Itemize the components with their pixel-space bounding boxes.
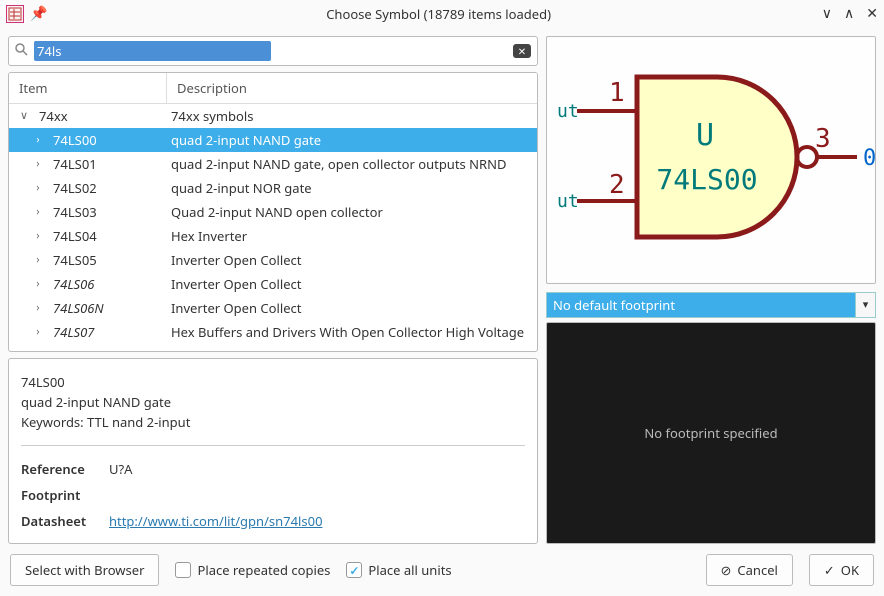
part-desc: quad 2-input NAND gate, open collector o… [167, 155, 531, 173]
part-desc: quad 2-input NAND gate [167, 131, 531, 149]
title-bar: 📌 Choose Symbol (18789 items loaded) ∨ ∧… [0, 0, 884, 28]
column-item[interactable]: Item [9, 73, 167, 103]
select-with-browser-button[interactable]: Select with Browser [10, 554, 159, 586]
part-name: 74LS05 [47, 251, 167, 269]
part-name: 74LS06N [47, 299, 167, 317]
part-name: 74LS02 [47, 179, 167, 197]
window-title: Choose Symbol (18789 items loaded) [55, 5, 821, 23]
symbol-tree: Item Description ∨74xx74xx symbols›74LS0… [8, 72, 538, 352]
part-desc: Inverter Open Collect [167, 275, 531, 293]
app-icon [6, 5, 24, 23]
datasheet-label: Datasheet [21, 512, 97, 530]
footprint-preview[interactable]: No footprint specified [546, 322, 876, 544]
tree-part-row[interactable]: ›74LS07Hex Buffers and Drivers With Open… [9, 320, 537, 344]
cancel-icon: ⊘ [721, 561, 732, 579]
tree-part-row[interactable]: ›74LS06Inverter Open Collect [9, 272, 537, 296]
bottom-bar: Select with Browser Place repeated copie… [0, 552, 884, 596]
tree-part-row[interactable]: ›74LS01quad 2-input NAND gate, open coll… [9, 152, 537, 176]
part-desc: Hex Buffers and Drivers With Open Collec… [167, 323, 531, 341]
chevron-right-icon[interactable]: › [29, 228, 47, 243]
part-desc: Inverter Open Collect [167, 299, 531, 317]
minimize-icon[interactable]: ∨ [822, 4, 832, 23]
svg-text:1: 1 [609, 78, 625, 108]
tree-header: Item Description [9, 73, 537, 104]
tree-part-row[interactable]: ›74LS06NInverter Open Collect [9, 296, 537, 320]
chevron-right-icon[interactable]: › [29, 252, 47, 267]
part-desc: Quad 2-input NAND open collector [167, 203, 531, 221]
tree-library-row[interactable]: ∨74xx74xx symbols [9, 104, 537, 128]
details-panel: 74LS00 quad 2-input NAND gate Keywords: … [8, 358, 538, 544]
part-name: 74LS04 [47, 227, 167, 245]
chevron-right-icon[interactable]: › [29, 132, 47, 147]
footprint-combo[interactable]: No default footprint ▾ [546, 292, 876, 318]
part-name: 74LS01 [47, 155, 167, 173]
chevron-right-icon[interactable]: › [29, 180, 47, 195]
place-all-units-checkbox[interactable]: ✓ Place all units [346, 561, 451, 579]
datasheet-link[interactable]: http://www.ti.com/lit/gpn/sn74ls00 [109, 512, 323, 530]
chevron-right-icon[interactable]: › [29, 324, 47, 339]
svg-text:2: 2 [609, 170, 625, 200]
footprint-message: No footprint specified [644, 424, 777, 442]
clear-search-icon[interactable]: ✕ [513, 44, 531, 58]
part-name: 74LS07 [47, 323, 167, 341]
chevron-right-icon[interactable]: › [29, 156, 47, 171]
svg-text:3: 3 [815, 124, 831, 154]
svg-text:U: U [696, 118, 714, 153]
selected-name: 74LS00 [21, 373, 525, 391]
chevron-right-icon[interactable]: › [29, 300, 47, 315]
library-name: 74xx [33, 107, 167, 125]
part-name: 74LS06 [47, 275, 167, 293]
part-name: 74LS03 [47, 203, 167, 221]
place-all-units-label: Place all units [368, 561, 451, 579]
place-repeated-label: Place repeated copies [197, 561, 330, 579]
svg-text:74LS00: 74LS00 [656, 163, 757, 196]
symbol-preview[interactable]: ut ut 1 2 3 0 U 74LS00 [546, 36, 876, 284]
selected-description: quad 2-input NAND gate [21, 393, 525, 411]
chevron-right-icon[interactable]: › [29, 276, 47, 291]
pin-marker: ut [557, 191, 579, 212]
reference-label: Reference [21, 460, 97, 478]
part-desc: quad 2-input NOR gate [167, 179, 531, 197]
pin-marker: ut [557, 101, 579, 122]
library-desc: 74xx symbols [167, 107, 531, 125]
part-desc: Hex Inverter [167, 227, 531, 245]
tree-part-row[interactable]: ›74LS03Quad 2-input NAND open collector [9, 200, 537, 224]
svg-text:0: 0 [863, 146, 876, 171]
selected-keywords: Keywords: TTL nand 2-input [21, 413, 525, 431]
search-input[interactable]: 74ls ✕ [8, 36, 538, 66]
footprint-combo-value: No default footprint [547, 293, 855, 317]
cancel-button[interactable]: ⊘ Cancel [706, 554, 793, 586]
check-icon: ✓ [824, 561, 835, 579]
close-icon[interactable]: ✕ [866, 4, 878, 23]
footprint-label: Footprint [21, 486, 97, 504]
ok-button[interactable]: ✓ OK [809, 554, 874, 586]
column-description[interactable]: Description [167, 73, 537, 103]
maximize-icon[interactable]: ∧ [844, 4, 854, 23]
checkbox-icon [175, 562, 191, 578]
tree-part-row[interactable]: ›74LS00quad 2-input NAND gate [9, 128, 537, 152]
checkbox-icon: ✓ [346, 562, 362, 578]
part-name: 74LS00 [47, 131, 167, 149]
chevron-down-icon[interactable]: ▾ [855, 293, 875, 317]
place-repeated-checkbox[interactable]: Place repeated copies [175, 561, 330, 579]
search-value: 74ls [34, 41, 271, 61]
pin-icon[interactable]: 📌 [30, 4, 47, 23]
part-desc: Inverter Open Collect [167, 251, 531, 269]
chevron-down-icon[interactable]: ∨ [15, 108, 33, 123]
tree-part-row[interactable]: ›74LS02quad 2-input NOR gate [9, 176, 537, 200]
tree-part-row[interactable]: ›74LS05Inverter Open Collect [9, 248, 537, 272]
tree-part-row[interactable]: ›74LS04Hex Inverter [9, 224, 537, 248]
reference-value: U?A [109, 460, 132, 478]
search-icon [15, 42, 28, 60]
chevron-right-icon[interactable]: › [29, 204, 47, 219]
